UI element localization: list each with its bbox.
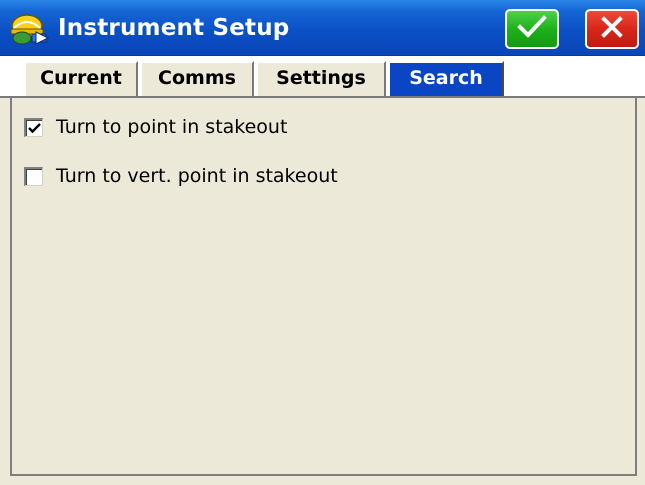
window-title: Instrument Setup [58,15,290,41]
close-x-icon [599,14,625,44]
tab-search[interactable]: Search [388,61,504,96]
turn-to-point-option[interactable]: Turn to point in stakeout [24,113,287,141]
check-mark-icon [28,122,41,133]
bottom-edge [0,476,645,485]
turn-to-vert-point-option[interactable]: Turn to vert. point in stakeout [24,162,338,190]
title-bar: Instrument Setup [0,0,645,56]
tab-current[interactable]: Current [24,61,138,96]
tab-settings[interactable]: Settings [256,61,386,96]
tab-comms[interactable]: Comms [140,61,254,96]
close-button[interactable] [585,9,639,49]
turn-to-vert-point-checkbox[interactable] [24,166,43,186]
turn-to-point-checkbox[interactable] [24,117,43,137]
tab-strip: Current Comms Settings Search [0,56,645,98]
search-panel [10,98,637,476]
instrument-app-icon [8,12,50,46]
instrument-setup-window: Instrument Setup Current Comms Settings … [0,0,645,485]
ok-button[interactable] [505,9,559,49]
checkmark-icon [517,14,547,44]
turn-to-vert-point-label: Turn to vert. point in stakeout [56,165,338,187]
turn-to-point-label: Turn to point in stakeout [56,116,288,138]
